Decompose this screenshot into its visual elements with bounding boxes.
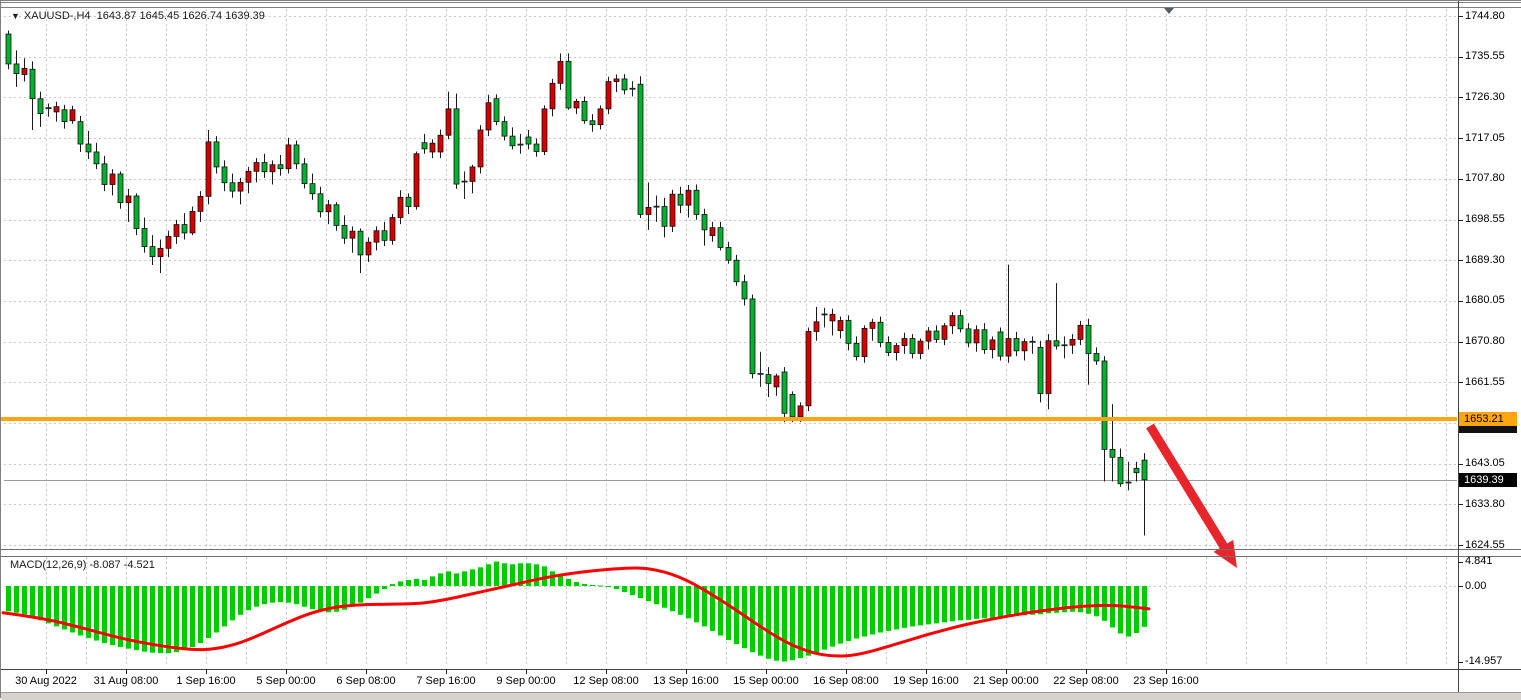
price-tick-label: 1624.55 (1465, 539, 1505, 552)
price-tick-label: 1698.55 (1465, 213, 1505, 226)
symbol-dropdown-icon[interactable]: ▼ (11, 11, 20, 21)
price-tick-label: 1707.80 (1465, 172, 1505, 185)
time-tick-label: 12 Sep 08:00 (573, 675, 638, 687)
alert-price-label[interactable]: 1653.21 (1459, 412, 1517, 426)
symbol-ohlc-text: XAUUSD-,H4 1643.87 1645.45 1626.74 1639.… (24, 10, 265, 22)
price-tick-label: 1689.30 (1465, 254, 1505, 267)
time-tick-label: 1 Sep 16:00 (176, 675, 235, 687)
time-tick-label: 19 Sep 16:00 (893, 675, 958, 687)
chart-window: ▼ XAUUSD-,H4 1643.87 1645.45 1626.74 1639… (0, 0, 1521, 698)
time-tick-label: 13 Sep 16:00 (653, 675, 718, 687)
time-tick-label: 22 Sep 08:00 (1053, 675, 1118, 687)
time-tick-label: 6 Sep 08:00 (336, 675, 395, 687)
bid-price-label: 1639.39 (1459, 473, 1517, 487)
price-axis[interactable]: 1653.21 1639.39 1744.80 1735.55 1726.30 171… (1458, 1, 1521, 691)
time-tick-label: 30 Aug 2022 (15, 675, 77, 687)
time-axis[interactable]: 30 Aug 2022 31 Aug 08:00 1 Sep 16:00 5 Sep … (1, 669, 1458, 691)
time-tick-label: 15 Sep 00:00 (733, 675, 798, 687)
price-tick-label: 1643.05 (1465, 457, 1505, 470)
time-tick-label: 21 Sep 00:00 (973, 675, 1038, 687)
macd-tick-label: 4.841 (1465, 555, 1493, 568)
price-tick-label: 1717.05 (1465, 132, 1505, 145)
chart-canvas[interactable] (1, 1, 1521, 699)
time-tick-label: 7 Sep 16:00 (416, 675, 475, 687)
time-tick-label: 31 Aug 08:00 (94, 675, 159, 687)
time-tick-label: 16 Sep 08:00 (813, 675, 878, 687)
symbol-ohlc-label: ▼ XAUUSD-,H4 1643.87 1645.45 1626.74 1639… (11, 10, 265, 22)
price-tick-label: 1726.30 (1465, 91, 1505, 104)
price-tick-label: 1744.80 (1465, 10, 1505, 23)
covered-price-label (1459, 426, 1517, 433)
time-tick-label: 23 Sep 16:00 (1133, 675, 1198, 687)
price-tick-label: 1670.80 (1465, 335, 1505, 348)
time-tick-label: 5 Sep 00:00 (256, 675, 315, 687)
window-bottom-band (1, 692, 1521, 700)
macd-tick-label: 0.00 (1465, 580, 1486, 593)
price-tick-label: 1735.55 (1465, 50, 1505, 63)
price-tick-label: 1661.55 (1465, 376, 1505, 389)
time-tick-label: 9 Sep 00:00 (496, 675, 555, 687)
price-tick-label: 1633.80 (1465, 498, 1505, 511)
macd-tick-label: -14.957 (1465, 655, 1502, 668)
price-tick-label: 1680.05 (1465, 294, 1505, 307)
macd-indicator-label: MACD(12,26,9) -8.087 -4.521 (10, 559, 155, 571)
